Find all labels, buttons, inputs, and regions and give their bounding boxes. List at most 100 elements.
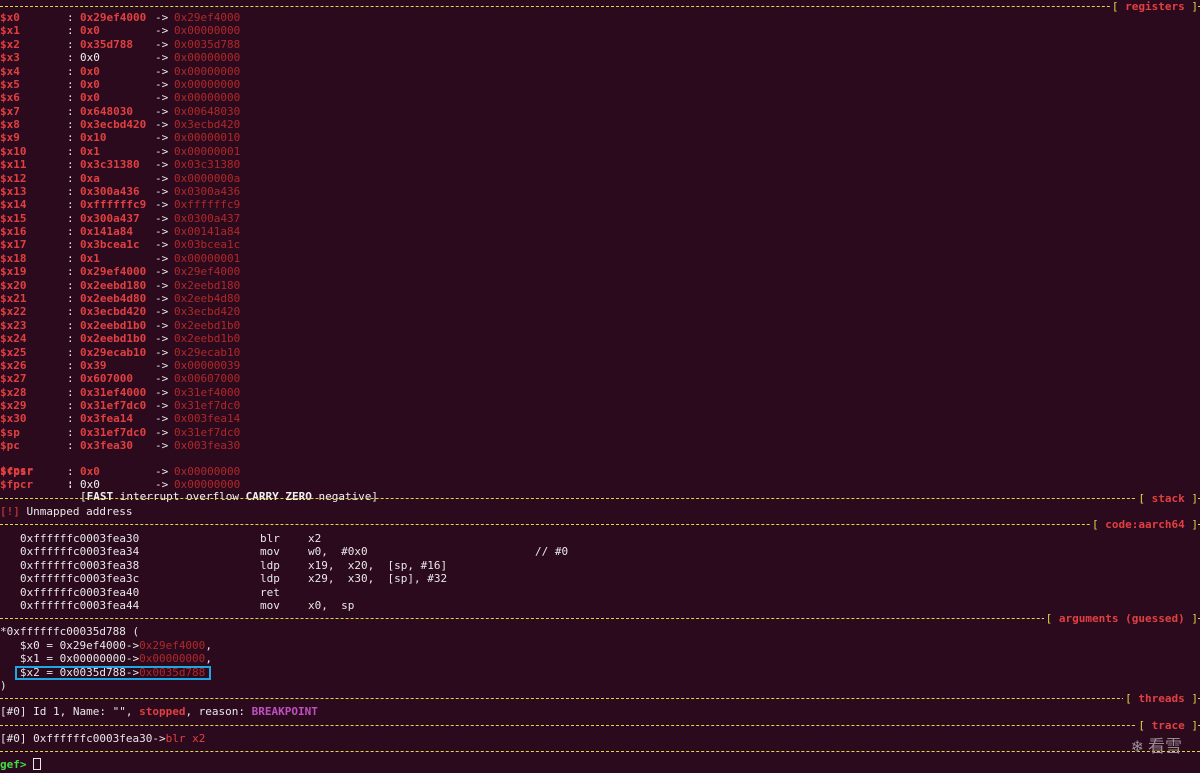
command-prompt[interactable]: gef> [0, 758, 42, 771]
register-value[interactable]: 0x31ef4000 [80, 386, 146, 399]
prompt-label: gef> [0, 758, 27, 771]
register-deref: 0x00000000 [174, 91, 241, 105]
register-value[interactable]: 0xffffffc9 [80, 198, 146, 211]
code-line[interactable]: 0xffffffc0003fea38 ldp x19, x20, [sp, #16] [0, 559, 1200, 572]
register-row: $x26:0x39 -> 0x00000039 [0, 359, 1200, 372]
register-value[interactable]: 0x3bcea1c [80, 238, 140, 251]
register-name: $x13 [0, 184, 27, 198]
register-value[interactable]: 0x0 [80, 465, 100, 478]
register-value[interactable]: 0x0 [80, 51, 100, 64]
register-deref: 0x00607000 [174, 372, 241, 386]
register-deref: 0x00000000 [174, 64, 241, 78]
highlight-box [15, 666, 211, 680]
arrow: -> [155, 118, 169, 132]
register-value[interactable]: 0x607000 [80, 372, 133, 385]
register-value[interactable]: 0x0 [80, 91, 100, 104]
code-line[interactable]: 0xffffffc0003fea40 ret [0, 586, 1200, 599]
register-row: $x28:0x31ef4000 -> 0x31ef4000 [0, 386, 1200, 399]
register-value[interactable]: 0x0 [80, 478, 100, 491]
register-deref: 0x31ef7dc0 [174, 399, 241, 413]
register-value[interactable]: 0x35d788 [80, 38, 133, 51]
register-value[interactable]: 0x3c31380 [80, 158, 140, 171]
register-value[interactable]: 0x141a84 [80, 225, 133, 238]
register-colon: : [67, 198, 74, 212]
register-colon: : [67, 345, 74, 359]
arrow: -> [155, 238, 169, 252]
register-value[interactable]: 0x31ef7dc0 [80, 399, 146, 412]
register-value[interactable]: 0x1 [80, 145, 100, 158]
arrow: -> [155, 104, 169, 118]
register-name: $x17 [0, 238, 27, 252]
code-mnemonic: blr [260, 532, 280, 545]
register-value[interactable]: 0x3ecbd420 [80, 305, 146, 318]
register-name: $x14 [0, 198, 27, 212]
register-value[interactable]: 0x3fea14 [80, 412, 133, 425]
register-row: $x6:0x0 -> 0x00000000 [0, 91, 1200, 104]
register-name: $x0 [0, 11, 20, 24]
register-deref: 0xffffffc9 [174, 198, 241, 212]
register-row: $x21:0x2eeb4d80 -> 0x2eeb4d80 [0, 292, 1200, 305]
register-colon: : [67, 104, 74, 118]
code-line[interactable]: 0xffffffc0003fea44 mov x0, sp [0, 599, 1200, 612]
register-value[interactable]: 0x2eebd1b0 [80, 332, 146, 345]
fp-register-row: $fpsr:0x0 -> 0x00000000 [0, 465, 1200, 478]
gdb-terminal[interactable]: [ registers ] $x0:0x29ef4000 -> 0x29ef4000… [0, 0, 1200, 773]
register-value[interactable]: 0x300a436 [80, 185, 140, 198]
register-deref: 0x0300a436 [174, 184, 241, 198]
trace-entry[interactable]: [#0] 0xffffffc0003fea30->blr x2 [0, 732, 205, 745]
register-value[interactable]: 0x0 [80, 24, 100, 37]
register-value[interactable]: 0x648030 [80, 105, 133, 118]
register-value[interactable]: 0x300a437 [80, 212, 140, 225]
argument-tail: , [205, 652, 212, 666]
arrow: -> [155, 318, 169, 332]
register-name: $x1 [0, 24, 20, 38]
code-line[interactable]: 0xffffffc0003fea3c ldp x29, x30, [sp], #32 [0, 572, 1200, 585]
register-value[interactable]: 0x3ecbd420 [80, 118, 146, 131]
arguments-separator: [ arguments (guessed) ] [0, 612, 1200, 625]
register-colon: : [67, 318, 74, 332]
register-value[interactable]: 0x1 [80, 252, 100, 265]
register-value[interactable]: 0x31ef7dc0 [80, 426, 146, 439]
arrow: -> [155, 64, 169, 78]
code-address: 0xffffffc0003fea3c [20, 572, 140, 586]
register-value[interactable]: 0x2eebd1b0 [80, 319, 146, 332]
arrow: -> [155, 211, 169, 225]
register-name: $x26 [0, 358, 27, 372]
code-address: 0xffffffc0003fea30 [20, 532, 140, 545]
register-value[interactable]: 0xa [80, 172, 100, 185]
arrow: -> [155, 265, 169, 279]
arrow: -> [155, 412, 169, 426]
register-name: $x6 [0, 91, 20, 105]
register-deref: 0x0000000a [174, 171, 241, 185]
register-value[interactable]: 0x2eebd180 [80, 279, 146, 292]
code-line[interactable]: 0xffffffc0003fea30 blr x2 [0, 532, 1200, 545]
arrow: -> [155, 372, 169, 386]
register-value[interactable]: 0x10 [80, 131, 107, 144]
register-value[interactable]: 0x0 [80, 78, 100, 91]
register-row: $x29:0x31ef7dc0 -> 0x31ef7dc0 [0, 399, 1200, 412]
register-colon: : [67, 305, 74, 319]
code-mnemonic: ldp [260, 572, 280, 586]
register-value[interactable]: 0x39 [80, 359, 107, 372]
cursor-icon[interactable] [33, 758, 42, 770]
register-value[interactable]: 0x29ef4000 [80, 11, 146, 24]
register-name: $x5 [0, 77, 20, 91]
register-row: $x13:0x300a436 -> 0x0300a436 [0, 185, 1200, 198]
register-row: $x2:0x35d788 -> 0x0035d788 [0, 38, 1200, 51]
thread-entry[interactable]: [#0] Id 1, Name: "", stopped, reason: BR… [0, 705, 318, 718]
register-row: $x0:0x29ef4000 -> 0x29ef4000 [0, 11, 1200, 24]
register-value[interactable]: 0x2eeb4d80 [80, 292, 146, 305]
register-deref: 0x003fea14 [174, 412, 241, 426]
register-value[interactable]: 0x0 [80, 65, 100, 78]
register-deref: 0x00000039 [174, 358, 241, 372]
argument-row: $x0 = 0x29ef4000->0x29ef4000, [0, 639, 212, 652]
register-value[interactable]: 0x29ecab10 [80, 346, 146, 359]
code-line[interactable]: 0xffffffc0003fea34 mov w0, #0x0 // #0 [0, 545, 1200, 558]
register-name: $x29 [0, 399, 27, 413]
register-name: $x2 [0, 37, 20, 51]
register-colon: : [67, 265, 74, 279]
register-colon: : [67, 77, 74, 91]
register-row: $x9:0x10 -> 0x00000010 [0, 131, 1200, 144]
register-value[interactable]: 0x29ef4000 [80, 265, 146, 278]
register-colon: : [67, 64, 74, 78]
